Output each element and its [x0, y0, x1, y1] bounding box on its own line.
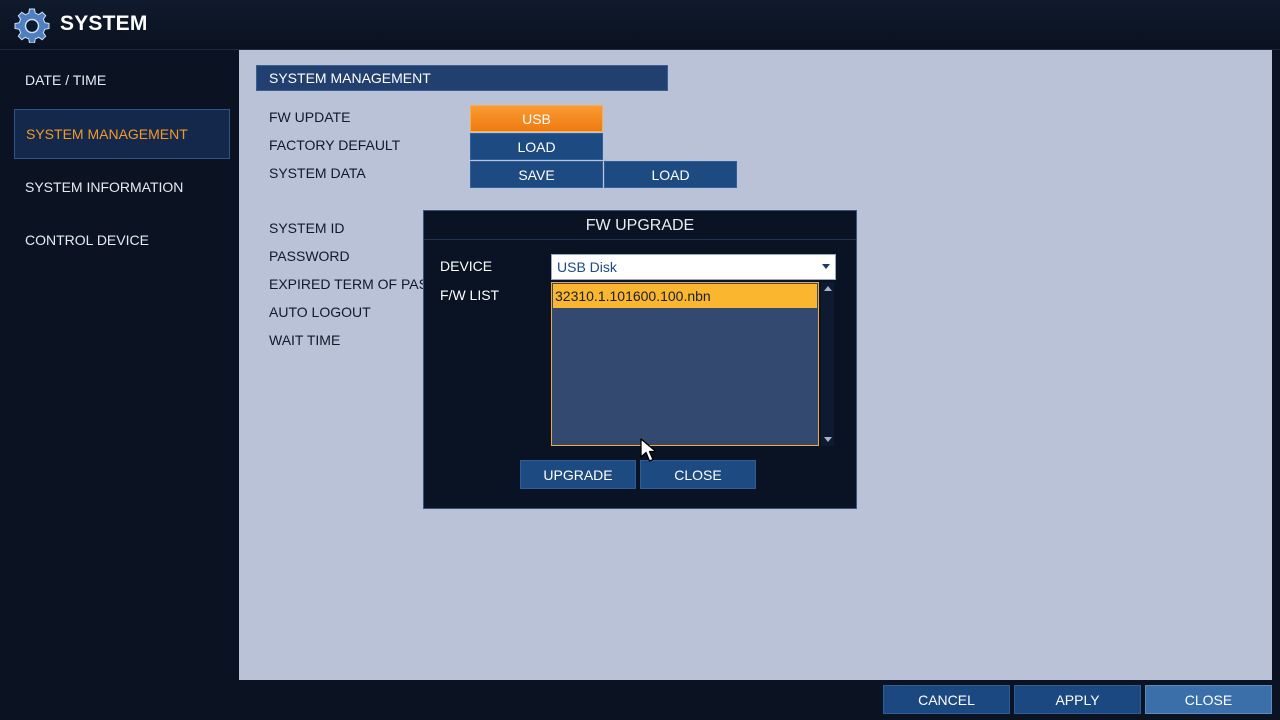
password-label: PASSWORD — [269, 248, 350, 264]
fw-list-label: F/W LIST — [440, 287, 500, 303]
gear-icon — [14, 8, 50, 43]
device-select[interactable]: USB Disk — [551, 254, 836, 280]
device-label: DEVICE — [440, 258, 493, 274]
cancel-button[interactable]: CANCEL — [883, 685, 1010, 714]
apply-button[interactable]: APPLY — [1014, 685, 1141, 714]
title-bar: SYSTEM — [0, 0, 1280, 50]
scroll-down-icon[interactable] — [824, 437, 832, 442]
fw-list[interactable]: 32310.1.101600.100.nbn — [551, 282, 819, 446]
wait-time-label: WAIT TIME — [269, 332, 341, 348]
sidebar-item-date-time[interactable]: DATE / TIME — [14, 55, 230, 105]
window-title: SYSTEM — [60, 12, 148, 35]
fw-list-scrollbar[interactable] — [821, 282, 834, 446]
upgrade-button[interactable]: UPGRADE — [520, 460, 636, 489]
system-data-save-button[interactable]: SAVE — [470, 161, 603, 188]
list-item[interactable]: 32310.1.101600.100.nbn — [553, 284, 817, 308]
system-id-label: SYSTEM ID — [269, 220, 345, 236]
device-select-value: USB Disk — [557, 259, 617, 275]
sidebar-item-system-information[interactable]: SYSTEM INFORMATION — [14, 162, 230, 212]
fw-upgrade-dialog: FW UPGRADE DEVICE USB Disk F/W LIST 3231… — [423, 210, 857, 509]
dialog-title: FW UPGRADE — [424, 211, 856, 240]
factory-default-label: FACTORY DEFAULT — [269, 137, 401, 153]
footer-bar: CANCEL APPLY CLOSE — [0, 680, 1280, 720]
expired-term-label: EXPIRED TERM OF PASS — [269, 276, 438, 292]
fw-update-label: FW UPDATE — [269, 109, 351, 125]
chevron-down-icon — [822, 264, 830, 269]
auto-logout-label: AUTO LOGOUT — [269, 304, 371, 320]
sidebar-item-system-management[interactable]: SYSTEM MANAGEMENT — [14, 109, 230, 159]
scroll-up-icon[interactable] — [824, 286, 832, 291]
dialog-close-button[interactable]: CLOSE — [640, 460, 756, 489]
mouse-cursor-icon — [640, 438, 657, 462]
sidebar-item-control-device[interactable]: CONTROL DEVICE — [14, 215, 230, 265]
fw-update-usb-button[interactable]: USB — [470, 105, 603, 132]
section-title: SYSTEM MANAGEMENT — [256, 65, 668, 91]
system-data-load-button[interactable]: LOAD — [604, 161, 737, 188]
system-data-label: SYSTEM DATA — [269, 165, 366, 181]
close-button[interactable]: CLOSE — [1145, 685, 1272, 714]
sidebar: DATE / TIME SYSTEM MANAGEMENT SYSTEM INF… — [0, 50, 238, 680]
factory-default-load-button[interactable]: LOAD — [470, 133, 603, 160]
